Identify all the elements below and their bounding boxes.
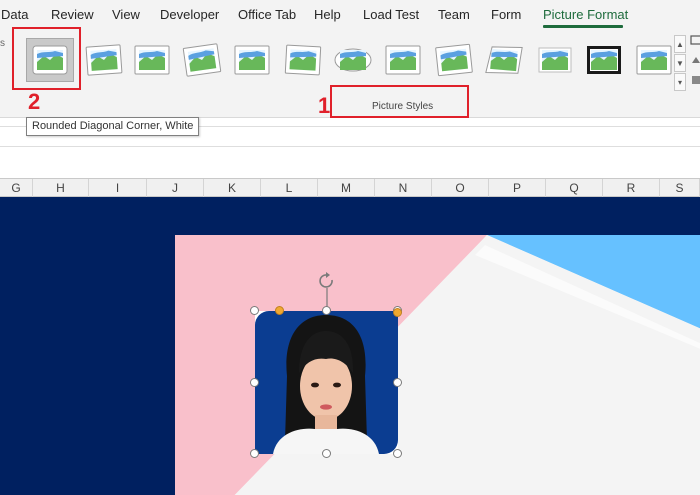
column-header[interactable]: R — [603, 179, 660, 197]
ribbon-left-edge-text: s — [0, 38, 5, 49]
picture-style-preview-icon — [435, 43, 473, 77]
picture-style-thumbnail[interactable] — [178, 38, 226, 82]
picture-style-thumbnail[interactable] — [580, 38, 628, 82]
portrait-photo — [247, 303, 406, 462]
adjust-handle-left[interactable] — [275, 306, 284, 315]
column-header[interactable]: K — [204, 179, 261, 197]
active-tab-underline — [543, 25, 623, 28]
picture-style-thumbnail[interactable] — [531, 38, 579, 82]
gallery-scroll-down-button[interactable]: ▼ — [674, 54, 686, 72]
tab-team[interactable]: Team — [438, 7, 470, 22]
picture-style-thumbnail[interactable] — [128, 38, 176, 82]
resize-handle-bottom-right[interactable] — [393, 449, 402, 458]
ribbon-tab-bar: Data Review View Developer Office Tab He… — [0, 0, 700, 30]
picture-style-thumbnail[interactable] — [379, 38, 427, 82]
annotation-number-2: 2 — [28, 89, 41, 114]
resize-handle-bottom-left[interactable] — [250, 449, 259, 458]
picture-style-preview-icon — [587, 46, 621, 74]
picture-style-thumbnail[interactable] — [228, 38, 276, 82]
picture-style-preview-icon — [284, 44, 322, 76]
tab-picture-format[interactable]: Picture Format — [543, 7, 628, 22]
picture-style-thumbnail[interactable] — [630, 38, 678, 82]
picture-border-icon[interactable] — [690, 34, 700, 46]
picture-style-preview-icon — [485, 46, 523, 74]
column-header[interactable]: S — [660, 179, 700, 197]
column-header[interactable]: H — [33, 179, 89, 197]
picture-layout-icon[interactable] — [690, 74, 700, 86]
resize-handle-top-left[interactable] — [250, 306, 259, 315]
resize-handle-right[interactable] — [393, 378, 402, 387]
column-header[interactable]: I — [89, 179, 147, 197]
picture-style-preview-icon — [134, 45, 170, 75]
gallery-scroll-up-button[interactable]: ▲ — [674, 35, 686, 53]
gallery-more-button[interactable]: ▾ — [674, 73, 686, 91]
picture-style-preview-icon — [234, 45, 270, 75]
picture-style-preview-icon — [334, 48, 372, 72]
column-header[interactable]: Q — [546, 179, 603, 197]
picture-style-preview-icon — [85, 44, 123, 76]
tab-help[interactable]: Help — [314, 7, 341, 22]
picture-style-thumbnail[interactable] — [430, 38, 478, 82]
resize-handle-left[interactable] — [250, 378, 259, 387]
picture-style-preview-icon — [182, 43, 222, 77]
selected-picture[interactable] — [247, 303, 406, 462]
resize-handle-bottom[interactable] — [322, 449, 331, 458]
adjust-handle-right[interactable] — [393, 308, 402, 317]
column-header[interactable]: M — [318, 179, 375, 197]
column-header[interactable]: P — [489, 179, 546, 197]
picture-style-thumbnail[interactable] — [480, 38, 528, 82]
tab-review[interactable]: Review — [51, 7, 94, 22]
column-header[interactable]: L — [261, 179, 318, 197]
tab-developer[interactable]: Developer — [160, 7, 219, 22]
annotation-box-1 — [330, 85, 469, 118]
rotate-handle-icon[interactable] — [316, 271, 338, 308]
picture-style-thumbnail[interactable] — [329, 38, 377, 82]
annotation-box-2 — [12, 27, 81, 90]
tab-form[interactable]: Form — [491, 7, 521, 22]
column-header[interactable]: O — [432, 179, 489, 197]
column-header[interactable]: G — [0, 179, 33, 197]
picture-style-thumbnail[interactable] — [279, 38, 327, 82]
tab-load-test[interactable]: Load Test — [363, 7, 419, 22]
picture-effects-icon[interactable] — [690, 54, 700, 66]
picture-style-preview-icon — [538, 47, 572, 73]
picture-style-preview-icon — [385, 45, 421, 75]
style-tooltip: Rounded Diagonal Corner, White — [26, 117, 200, 136]
column-header[interactable]: J — [147, 179, 204, 197]
picture-style-thumbnail[interactable] — [80, 38, 128, 82]
picture-style-preview-icon — [636, 45, 672, 75]
tab-data[interactable]: Data — [1, 7, 28, 22]
tab-view[interactable]: View — [112, 7, 140, 22]
tab-office-tab[interactable]: Office Tab — [238, 7, 296, 22]
annotation-number-1: 1 — [318, 93, 331, 118]
column-header-bar: GHIJKLMNOPQRS — [0, 178, 700, 197]
column-header[interactable]: N — [375, 179, 432, 197]
formula-bar-line — [0, 146, 700, 147]
